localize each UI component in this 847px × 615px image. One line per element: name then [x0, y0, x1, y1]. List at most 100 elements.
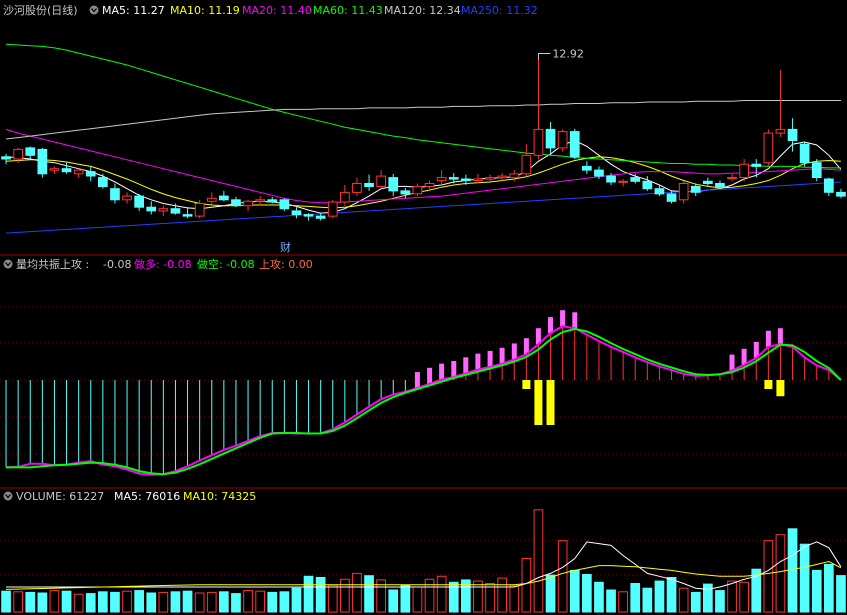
- volume-bar-up: [763, 540, 774, 613]
- volume-bar-up: [327, 584, 338, 613]
- candle: [763, 129, 774, 167]
- zuokong-legend: 做空: -0.08: [197, 257, 255, 271]
- candle-body-up: [485, 177, 495, 180]
- finance-event-marker[interactable]: 财: [280, 240, 291, 254]
- volume-bar-down: [642, 587, 653, 613]
- candle-body-up: [557, 131, 568, 149]
- chart-background: [0, 0, 847, 615]
- zuoduo-signal-bar: [414, 372, 420, 389]
- candle-body-up: [521, 154, 532, 175]
- ma20-legend: MA20: 11.40: [242, 4, 312, 17]
- candle-body-down: [811, 162, 822, 178]
- volume-ma5-legend: MA5: 76016: [114, 490, 180, 503]
- candle: [569, 128, 580, 160]
- candle-body-down: [461, 178, 471, 181]
- ma60-legend: MA60: 11.43: [313, 4, 383, 17]
- candle-body-down: [703, 180, 713, 185]
- volume-bar-down: [231, 593, 241, 613]
- shanggong-bar: [546, 380, 555, 425]
- indicator-value: -0.08: [103, 258, 131, 271]
- candle-body-up: [206, 197, 217, 202]
- volume-bar-down: [182, 590, 193, 613]
- candle-body-down: [110, 188, 120, 201]
- candle-body-down: [824, 178, 834, 193]
- candle-body-up: [497, 175, 507, 179]
- zuoduo-signal-bar: [777, 328, 783, 345]
- stock-title: 沙河股份(日线): [3, 3, 78, 17]
- volume-bar-down: [400, 584, 411, 613]
- zuoduo-legend: 做多: -0.08: [134, 257, 192, 271]
- zuoduo-signal-bar: [511, 343, 517, 360]
- volume-bar-down: [388, 589, 399, 613]
- zuoduo-signal-bar: [475, 353, 481, 370]
- zuoduo-signal-bar: [439, 363, 445, 380]
- candle-body-down: [364, 183, 374, 187]
- candle-body-down: [219, 195, 229, 201]
- candle-body-down: [690, 185, 701, 193]
- volume-ma10-legend: MA10: 74325: [183, 490, 256, 503]
- candle: [557, 129, 568, 152]
- shanggong-bar: [776, 380, 785, 397]
- candle-body-up: [509, 173, 520, 179]
- indicator-toggle-icon[interactable]: [3, 259, 13, 269]
- volume-bar-up: [533, 509, 544, 613]
- settings-toggle-icon[interactable]: [89, 5, 99, 15]
- candle-body-up: [158, 208, 169, 212]
- volume-bar-down: [61, 590, 72, 613]
- volume-bar-up: [509, 585, 520, 613]
- candle-body-down: [61, 168, 72, 173]
- candle-body-down: [37, 148, 48, 175]
- volume-bar-down: [787, 528, 798, 613]
- zuoduo-signal-bar: [560, 310, 566, 327]
- volume-bar-down: [582, 574, 592, 613]
- candle-body-up: [678, 183, 689, 201]
- candle: [327, 199, 338, 219]
- volume-bar-down: [836, 575, 846, 613]
- volume-legend: VOLUME: 61227 MA5: 76016 MA10: 74325: [3, 490, 256, 503]
- volume-bar-up: [73, 593, 84, 613]
- high-price-label: 12.92: [552, 48, 584, 61]
- candle-body-up: [49, 168, 60, 171]
- volume-bar-down: [545, 574, 556, 613]
- candle-body-down: [303, 214, 314, 217]
- candle-body-down: [582, 165, 592, 171]
- candle-body-down: [569, 131, 580, 158]
- candle-body-up: [255, 199, 266, 202]
- candle-body-down: [291, 210, 302, 216]
- candle-body-down: [606, 175, 616, 183]
- volume-bar-down: [569, 569, 580, 613]
- zuoduo-signal-bar: [741, 348, 747, 365]
- zuoduo-signal-bar: [451, 361, 457, 377]
- shanggong-bar: [764, 380, 773, 389]
- volume-bar-down: [291, 587, 302, 613]
- shanggong-bar: [534, 380, 543, 425]
- candle-body-up: [618, 180, 628, 183]
- candle-body-up: [424, 183, 435, 187]
- ma10-legend: MA10: 11.19: [170, 4, 240, 17]
- zuoduo-signal-bar: [463, 357, 469, 374]
- volume-bar-down: [606, 589, 616, 613]
- volume-bar-up: [436, 575, 447, 613]
- candle-body-down: [654, 188, 665, 195]
- volume-bar-up: [412, 586, 423, 613]
- volume-bar-up: [473, 580, 483, 613]
- candle-body-down: [170, 208, 181, 214]
- candle-body-down: [388, 177, 399, 192]
- volume-bar-down: [654, 580, 665, 613]
- volume-bar-up: [775, 534, 786, 613]
- candle-body-down: [448, 177, 459, 180]
- volume-bar-up: [194, 592, 205, 613]
- candle-body-down: [134, 195, 145, 208]
- volume-bar-up: [243, 590, 253, 613]
- candle-body-up: [763, 132, 774, 164]
- zuoduo-signal-bar: [427, 367, 433, 384]
- candle-body-up: [13, 148, 23, 160]
- volume-toggle-icon[interactable]: [3, 491, 13, 501]
- shanggong-legend: 上攻: 0.00: [259, 257, 313, 271]
- candle-body-up: [473, 178, 483, 181]
- zuoduo-signal-bar: [548, 317, 553, 334]
- candle-body-down: [836, 191, 846, 197]
- volume-bar-up: [158, 591, 169, 613]
- candle-body-down: [642, 180, 653, 190]
- candle-body-up: [376, 175, 386, 188]
